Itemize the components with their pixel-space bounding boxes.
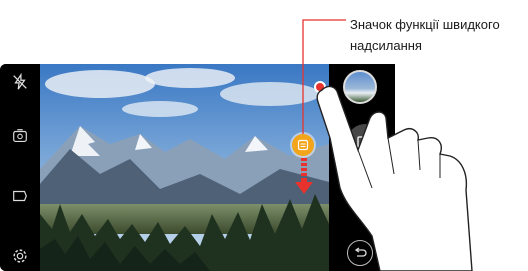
callout-line-1: Значок функції швидкого (350, 17, 500, 32)
switch-camera-icon[interactable] (10, 126, 30, 146)
left-toolbar (0, 64, 40, 271)
callout-line-2: надсилання (350, 38, 422, 53)
camera-viewfinder[interactable] (40, 64, 329, 271)
settings-icon[interactable] (10, 246, 30, 266)
flash-off-icon[interactable] (10, 72, 30, 92)
callout-label: Значок функції швидкого надсилання (350, 14, 528, 56)
mode-icon[interactable] (10, 186, 30, 206)
hand-illustration (316, 85, 473, 271)
